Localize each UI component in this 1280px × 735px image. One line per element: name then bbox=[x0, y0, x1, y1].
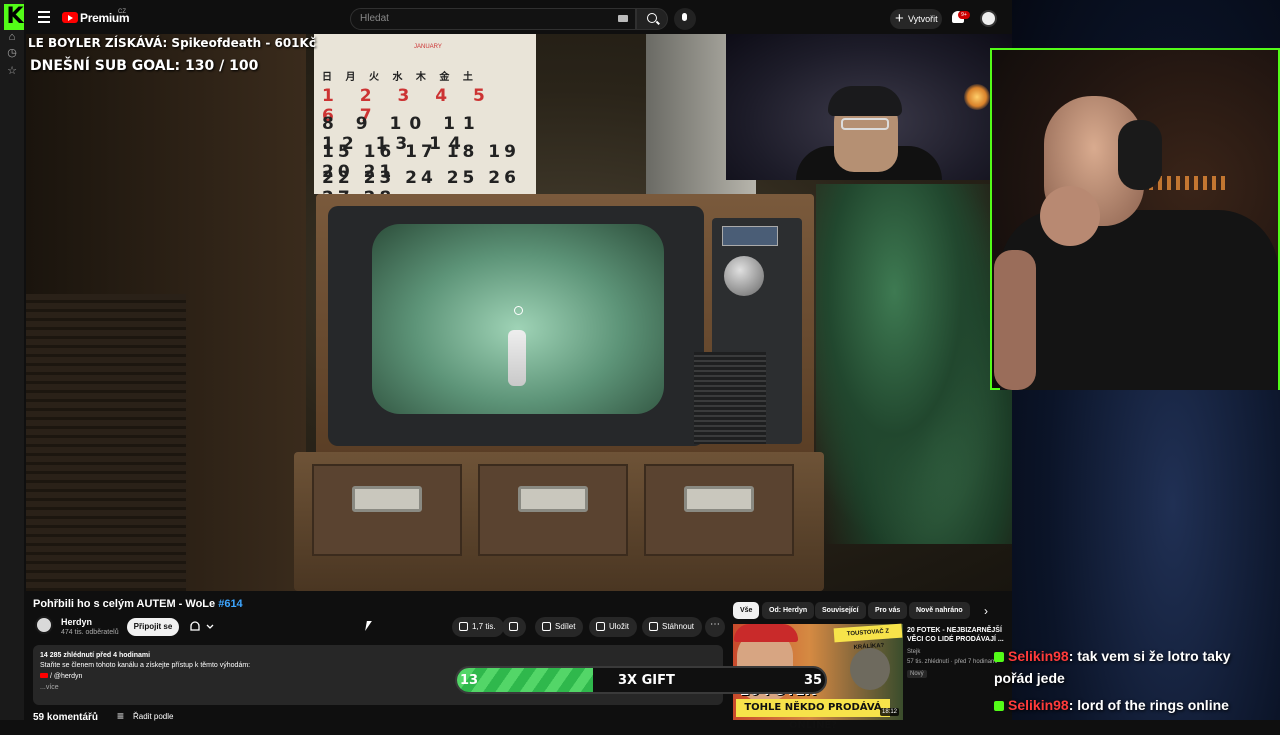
chevron-right-icon[interactable]: › bbox=[984, 604, 988, 618]
subscription-bell-button[interactable] bbox=[187, 619, 217, 635]
scene-plant bbox=[816, 184, 1012, 544]
download-button[interactable]: Stáhnout bbox=[642, 617, 703, 637]
thumbnail-cap bbox=[734, 624, 798, 642]
guest-lamp bbox=[964, 84, 990, 110]
channel-name[interactable]: Herdyn bbox=[61, 617, 92, 627]
save-label: Uložit bbox=[609, 622, 630, 631]
join-button[interactable]: Připojit se bbox=[127, 618, 179, 636]
more-actions-button[interactable]: ⋯ bbox=[705, 617, 725, 637]
headset-icon bbox=[1118, 120, 1162, 190]
chat-username: Selikin98 bbox=[1008, 697, 1069, 713]
drawer-handle bbox=[352, 486, 422, 512]
mouse-cursor-icon bbox=[365, 621, 372, 631]
video-duration: 18:12 bbox=[880, 708, 900, 716]
calendar-month: JANUARY bbox=[414, 44, 442, 50]
guest-hat bbox=[828, 86, 902, 116]
recommended-title[interactable]: 20 FOTEK - NEJBIZARNĚJŠÍ VĚCI CO LIDÉ PR… bbox=[907, 626, 1005, 644]
channel-subscribers: 474 tis. odběratelů bbox=[61, 629, 119, 636]
description-stats: 14 285 zhlédnutí před 4 hodinami bbox=[40, 652, 151, 659]
chip-for-you[interactable]: Pro vás bbox=[868, 602, 908, 619]
region-label: CZ bbox=[118, 9, 126, 15]
video-title-text: Pohřbili ho s celým AUTEM - WoLe bbox=[33, 598, 216, 610]
channel-avatar[interactable] bbox=[35, 616, 53, 634]
bell-icon bbox=[190, 621, 214, 631]
gift-goal-label: 3X GIFT bbox=[618, 673, 675, 688]
description-link[interactable]: / @herdyn bbox=[40, 673, 82, 680]
notifications-badge: 9+ bbox=[958, 11, 970, 19]
share-button[interactable]: Sdílet bbox=[535, 617, 584, 637]
crosshair-icon bbox=[514, 306, 523, 315]
streamer-arm bbox=[994, 250, 1036, 390]
description-text: Staňte se členem tohoto kanálu a získejt… bbox=[40, 662, 251, 669]
thumbs-down-icon bbox=[509, 622, 518, 631]
chat-badge-icon bbox=[994, 701, 1004, 711]
gift-goal-current: 13 bbox=[460, 673, 479, 688]
tv-knob bbox=[724, 256, 764, 296]
download-icon bbox=[649, 622, 658, 631]
like-button[interactable]: 1,7 tis. bbox=[452, 617, 504, 637]
home-icon[interactable]: ⌂ bbox=[5, 30, 19, 44]
kick-logo-icon[interactable]: K bbox=[4, 4, 26, 30]
drawer-handle bbox=[518, 486, 588, 512]
chip-recently-uploaded[interactable]: Nově nahráno bbox=[909, 602, 970, 619]
streamer-body bbox=[1000, 210, 1278, 390]
chat-text: : tak vem si že lotro taky bbox=[1068, 648, 1231, 664]
create-button[interactable]: Vytvořit bbox=[890, 9, 942, 29]
menu-icon[interactable] bbox=[38, 11, 50, 23]
search-button[interactable] bbox=[636, 8, 668, 30]
star-icon[interactable]: ☆ bbox=[5, 64, 19, 78]
share-icon bbox=[542, 622, 551, 631]
description-more[interactable]: ...více bbox=[40, 684, 59, 691]
history-icon[interactable]: ◷ bbox=[5, 46, 19, 60]
tv-figure bbox=[508, 330, 526, 386]
gift-goal-target: 35 bbox=[804, 673, 823, 688]
share-label: Sdílet bbox=[555, 622, 576, 631]
streamer-hand bbox=[1040, 186, 1100, 246]
tv-speaker bbox=[694, 352, 766, 444]
youtube-logo-icon[interactable] bbox=[62, 12, 78, 23]
scene-calendar: JANUARY 日 月 火 水 木 金 土 1 2 3 4 5 6 7 8 9 … bbox=[314, 34, 536, 208]
scene-door bbox=[26, 294, 186, 591]
chat-message: Selikin98: lord of the rings online bbox=[994, 697, 1229, 713]
left-rail bbox=[0, 0, 24, 720]
bookmark-icon bbox=[596, 622, 605, 631]
chat-badge-icon bbox=[994, 652, 1004, 662]
like-count: 1,7 tis. bbox=[472, 622, 496, 631]
thumbs-up-icon bbox=[459, 622, 468, 631]
chat-username: Selikin98 bbox=[1008, 648, 1069, 664]
guest-glasses bbox=[841, 118, 889, 130]
video-player[interactable]: JANUARY 日 月 火 水 木 金 土 1 2 3 4 5 6 7 8 9 … bbox=[26, 34, 1012, 591]
description-link-text[interactable]: / @herdyn bbox=[50, 673, 82, 680]
chip-from-channel[interactable]: Od: Herdyn bbox=[762, 602, 815, 619]
youtube-small-icon bbox=[40, 673, 48, 678]
voice-search-button[interactable] bbox=[674, 8, 696, 30]
chip-related[interactable]: Související bbox=[815, 602, 866, 619]
video-title: Pohřbili ho s celým AUTEM - WoLe #614 bbox=[33, 598, 243, 610]
new-badge: Nový bbox=[907, 670, 927, 678]
recommended-channel[interactable]: Stejk bbox=[907, 649, 920, 655]
drawer-handle bbox=[684, 486, 754, 512]
tv-switch bbox=[722, 226, 778, 246]
download-label: Stáhnout bbox=[662, 622, 695, 631]
keyboard-icon[interactable] bbox=[618, 15, 628, 22]
calendar-row: 日 月 火 水 木 金 土 bbox=[322, 72, 478, 83]
chat-message: pořád jede bbox=[994, 670, 1065, 686]
thumbnail-banner: TOHLE NĚKDO PRODÁVÁ ONLINE? bbox=[736, 699, 890, 731]
top-donor-overlay: LE BOYLER ZÍSKÁVÁ: Spikeofdeath - 601Kč bbox=[28, 36, 316, 50]
dislike-button[interactable] bbox=[502, 617, 526, 637]
chat-message: Selikin98: tak vem si že lotro taky bbox=[994, 648, 1231, 664]
sub-goal-overlay: DNEŠNÍ SUB GOAL: 130 / 100 bbox=[30, 58, 259, 74]
search-input[interactable]: Hledat bbox=[350, 8, 636, 30]
recommended-meta: 57 tis. zhlédnutí · před 7 hodinami bbox=[907, 659, 998, 665]
save-button[interactable]: Uložit bbox=[589, 617, 638, 637]
chat-text: : lord of the rings online bbox=[1068, 697, 1229, 713]
avatar[interactable] bbox=[980, 10, 997, 27]
comments-count: 59 komentářů bbox=[33, 712, 99, 723]
video-title-hashtag[interactable]: #614 bbox=[218, 598, 242, 610]
chat-text: pořád jede bbox=[994, 670, 1065, 686]
chip-all[interactable]: Vše bbox=[733, 602, 760, 619]
